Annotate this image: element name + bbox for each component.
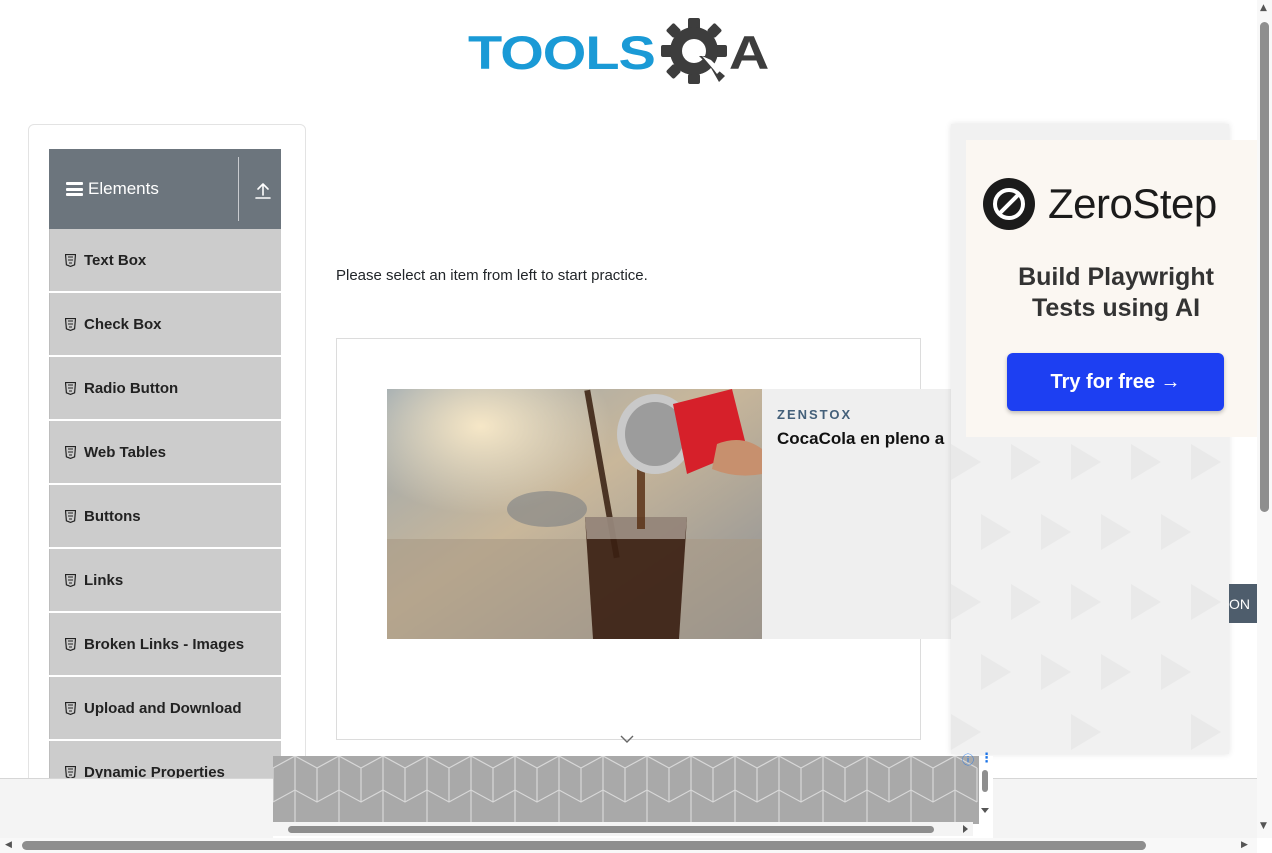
- upload-arrow-icon[interactable]: [253, 181, 273, 201]
- center-ad-card[interactable]: ZENSTOX CocaCola en pleno a: [387, 389, 987, 639]
- sidebar-item-broken-links[interactable]: Broken Links - Images: [49, 613, 281, 675]
- ad-more-options-icon[interactable]: ⋮: [980, 751, 993, 766]
- sidebar-item-upload-download[interactable]: Upload and Download: [49, 677, 281, 739]
- html5-icon: [65, 701, 76, 715]
- chevron-down-icon[interactable]: [620, 734, 634, 744]
- html5-icon: [65, 381, 76, 395]
- sidebar-item-label: Buttons: [84, 507, 141, 525]
- html5-icon: [65, 573, 76, 587]
- tagline-line-1: Build Playwright: [1018, 263, 1214, 291]
- scroll-up-arrow-icon[interactable]: ▲: [1260, 4, 1267, 13]
- gear-q-icon: [660, 18, 727, 84]
- header-divider: [238, 157, 239, 221]
- sidebar-item-web-tables[interactable]: Web Tables: [49, 421, 281, 483]
- sidebar-item-label: Web Tables: [84, 443, 166, 461]
- page-vertical-scrollbar[interactable]: ▲ ▼: [1257, 0, 1272, 838]
- ad-brand: ZENSTOX: [777, 407, 853, 422]
- vertical-scroll-thumb[interactable]: [1260, 22, 1269, 512]
- ad-horizontal-scrollbar[interactable]: [273, 822, 973, 836]
- logo-qa-mark: A: [659, 16, 769, 90]
- zerostep-logo-icon: [983, 178, 1035, 230]
- sidebar-item-radio-button[interactable]: Radio Button: [49, 357, 281, 419]
- sidebar-item-dynamic-properties[interactable]: Dynamic Properties: [49, 741, 281, 778]
- sidebar-item-label: Links: [84, 571, 124, 589]
- html5-icon: [65, 637, 76, 651]
- partially-hidden-button[interactable]: ON: [1229, 584, 1257, 623]
- group-header-elements[interactable]: Elements: [49, 149, 281, 229]
- html5-icon: [65, 253, 76, 267]
- try-for-free-button[interactable]: Try for free →: [1007, 353, 1224, 411]
- sidebar-item-label: Check Box: [84, 315, 162, 333]
- zerostep-tagline: Build Playwright Tests using AI: [966, 262, 1266, 324]
- page-horizontal-scrollbar[interactable]: ◀ ▶: [0, 838, 1257, 853]
- scroll-right-arrow-icon[interactable]: ▶: [1241, 841, 1248, 850]
- sidebar-item-label: Upload and Download: [84, 699, 242, 717]
- cube-pattern-image: [273, 756, 979, 824]
- hamburger-icon: [66, 182, 83, 196]
- sidebar-item-check-box[interactable]: Check Box: [49, 293, 281, 355]
- group-title: Elements: [88, 179, 159, 198]
- ad-vertical-scrollbar[interactable]: [978, 770, 992, 820]
- practice-prompt: Please select an item from left to start…: [336, 267, 648, 284]
- sidebar-menu: Text Box Check Box Radio Button Web Tabl…: [49, 229, 281, 778]
- sidebar-item-label: Text Box: [84, 251, 147, 269]
- html5-icon: [65, 445, 76, 459]
- sidebar-item-label: Dynamic Properties: [84, 763, 225, 779]
- scroll-down-arrow-icon[interactable]: ▼: [1260, 822, 1267, 831]
- sidebar-item-links[interactable]: Links: [49, 549, 281, 611]
- zerostep-brand-name: ZeroStep: [1048, 180, 1217, 227]
- ad-headline[interactable]: CocaCola en pleno a: [777, 429, 944, 449]
- logo-text-a: A: [728, 25, 770, 80]
- sidebar-item-buttons[interactable]: Buttons: [49, 485, 281, 547]
- html5-icon: [65, 765, 76, 778]
- sidebar-item-label: Radio Button: [84, 379, 179, 397]
- toolsqa-logo[interactable]: TOOLS A: [468, 16, 792, 90]
- horizontal-scroll-thumb[interactable]: [22, 841, 1146, 850]
- scroll-left-arrow-icon[interactable]: ◀: [5, 841, 12, 850]
- zerostep-ad-card[interactable]: ZeroStep Build Playwright Tests using AI…: [966, 140, 1258, 437]
- cola-ad-image: [387, 389, 762, 639]
- html5-icon: [65, 509, 76, 523]
- sidebar-item-text-box[interactable]: Text Box: [49, 229, 281, 291]
- sidebar-item-label: Broken Links - Images: [84, 635, 245, 653]
- logo-text-tools: TOOLS: [468, 25, 656, 80]
- ad-info-icon[interactable]: ⓘ: [962, 751, 974, 768]
- html5-icon: [65, 317, 76, 331]
- tagline-line-2: Tests using AI: [1031, 294, 1201, 322]
